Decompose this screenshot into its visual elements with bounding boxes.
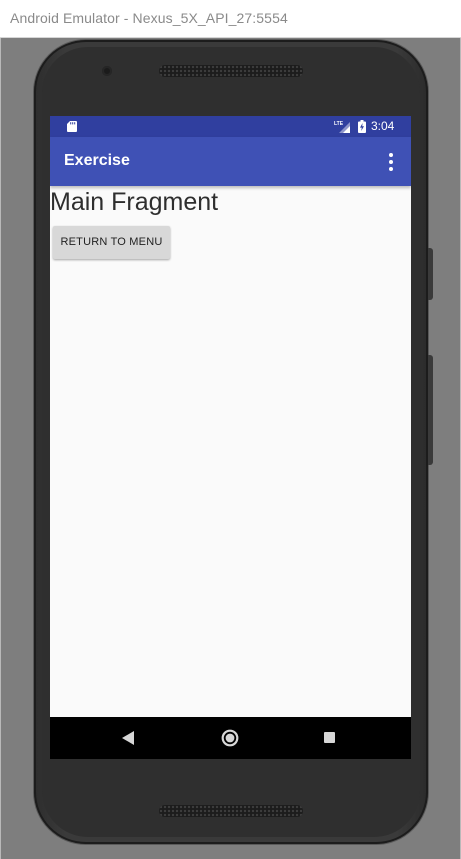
more-vert-icon[interactable] [382, 151, 400, 173]
app-title: Exercise [64, 152, 130, 169]
bottom-speaker-grille [159, 805, 303, 817]
fragment-title: Main Fragment [50, 188, 219, 216]
navigation-bar [50, 717, 411, 759]
status-clock: 3:04 [371, 119, 395, 133]
svg-text:LTE: LTE [334, 121, 344, 127]
battery-charging-icon [358, 120, 366, 133]
sd-card-icon [67, 121, 77, 132]
status-bar: LTE 3:04 [50, 116, 411, 137]
lte-signal-icon: LTE [334, 121, 350, 133]
top-speaker-grille [159, 65, 303, 77]
device-screen: LTE 3:04 Exercise Main Fragment RETURN T… [50, 116, 411, 759]
app-bar: Exercise [50, 137, 411, 186]
window-border-left [0, 38, 1, 859]
back-icon[interactable] [122, 731, 134, 745]
front-camera [102, 66, 112, 76]
window-title: Android Emulator - Nexus_5X_API_27:5554 [10, 10, 288, 26]
home-icon[interactable] [221, 729, 239, 747]
recents-icon[interactable] [324, 732, 335, 743]
window-titlebar: Android Emulator - Nexus_5X_API_27:5554 [0, 0, 461, 38]
return-to-menu-button[interactable]: RETURN TO MENU [53, 226, 170, 259]
power-button[interactable] [428, 248, 433, 300]
volume-button[interactable] [428, 355, 433, 465]
